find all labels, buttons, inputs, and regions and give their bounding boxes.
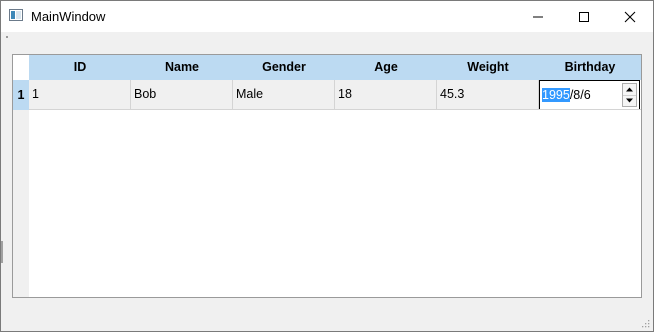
- column-header-weight[interactable]: Weight: [437, 55, 539, 80]
- menu-bar: [6, 36, 8, 38]
- window-title: MainWindow: [31, 9, 106, 24]
- title-bar[interactable]: MainWindow: [1, 1, 653, 32]
- main-window: MainWindow ID Name Gender Age Weight Bir…: [0, 0, 654, 332]
- minimize-icon: [533, 16, 543, 18]
- close-icon: [624, 11, 636, 23]
- date-editor-text[interactable]: 1995/8/6: [542, 87, 591, 103]
- column-header-birthday[interactable]: Birthday: [539, 55, 641, 80]
- column-header-id[interactable]: ID: [29, 55, 131, 80]
- table-view[interactable]: ID Name Gender Age Weight Birthday 1 1 B…: [12, 54, 642, 298]
- maximize-icon: [579, 12, 589, 22]
- date-rest: /8/6: [569, 88, 591, 102]
- chevron-down-icon: [626, 98, 633, 103]
- cell-birthday[interactable]: 1995/8/6: [539, 80, 641, 110]
- cell-weight[interactable]: 45.3: [437, 80, 539, 110]
- minimize-button[interactable]: [515, 1, 561, 32]
- cell-name[interactable]: Bob: [131, 80, 233, 110]
- resize-grip-icon[interactable]: [640, 318, 650, 328]
- table-corner-button[interactable]: [13, 55, 29, 80]
- chevron-up-icon: [626, 87, 633, 92]
- close-button[interactable]: [607, 1, 653, 32]
- column-header-gender[interactable]: Gender: [233, 55, 335, 80]
- cell-age[interactable]: 18: [335, 80, 437, 110]
- app-window-icon: [9, 9, 23, 21]
- row-header[interactable]: 1: [13, 80, 29, 110]
- column-header-name[interactable]: Name: [131, 55, 233, 80]
- birthday-date-editor[interactable]: 1995/8/6: [539, 80, 640, 109]
- maximize-button[interactable]: [561, 1, 607, 32]
- date-selected-year: 1995: [542, 88, 570, 102]
- cell-id[interactable]: 1: [29, 80, 131, 110]
- date-spinbox: [622, 83, 637, 107]
- column-header-row: ID Name Gender Age Weight Birthday: [29, 55, 641, 80]
- column-header-age[interactable]: Age: [335, 55, 437, 80]
- cell-gender[interactable]: Male: [233, 80, 335, 110]
- table-row: 1 Bob Male 18 45.3 1995/8/6: [29, 80, 641, 110]
- row-header-column: 1: [13, 80, 29, 297]
- window-edge: [1, 241, 3, 263]
- spin-down-button[interactable]: [623, 95, 636, 106]
